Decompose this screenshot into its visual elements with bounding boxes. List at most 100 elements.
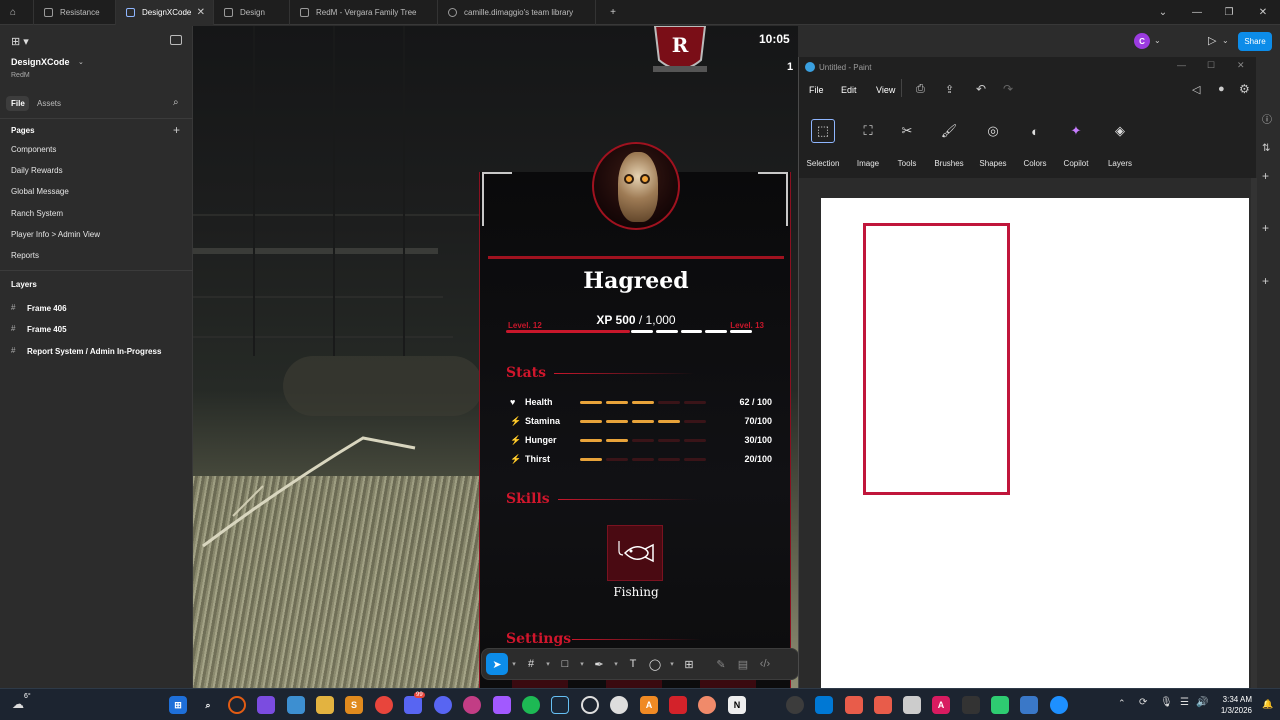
tab-team-library[interactable]: camille.dimaggio's team library <box>438 0 596 25</box>
photos-icon[interactable] <box>287 696 305 714</box>
page-item[interactable]: Global Message <box>11 187 69 196</box>
app-icon[interactable] <box>903 696 921 714</box>
sublime-icon[interactable]: S <box>345 696 363 714</box>
share-icon[interactable]: ⇪ <box>945 83 954 96</box>
chevron-down-icon[interactable]: ⌄ <box>1154 36 1161 45</box>
layer-item[interactable]: Frame 405 <box>27 325 67 334</box>
rectangle-tool-icon[interactable]: □ <box>554 653 576 675</box>
chevron-down-icon[interactable]: ⌄ <box>1222 36 1229 45</box>
app-icon[interactable] <box>845 696 863 714</box>
menu-view[interactable]: View <box>876 85 895 95</box>
add-page-button[interactable]: + <box>173 123 180 137</box>
page-item[interactable]: Reports <box>11 251 39 260</box>
notion-icon[interactable]: N <box>728 696 746 714</box>
add-icon[interactable]: + <box>1262 169 1269 183</box>
terminal-icon[interactable] <box>962 696 980 714</box>
announcement-icon[interactable]: ◁ <box>1192 83 1200 96</box>
paint-window[interactable]: Untitled - Paint — ☐ ✕ File Edit View ⎙ … <box>798 57 1257 688</box>
player-info-card[interactable]: Hagreed Level. 12 XP 500 / 1,000 Level. … <box>479 142 791 688</box>
steam-icon[interactable] <box>551 696 569 714</box>
brushes-tool[interactable]: 🖌 Brushes <box>929 119 969 168</box>
image-tool[interactable]: ⛶ Image <box>848 119 888 168</box>
app-icon[interactable] <box>669 696 687 714</box>
microphone-icon[interactable]: 🎙 <box>1160 697 1173 708</box>
tools-tool[interactable]: ✂ Tools <box>887 119 927 168</box>
project-name[interactable]: DesignXCode <box>11 57 70 67</box>
paint-taskbar-icon[interactable] <box>1050 696 1068 714</box>
dev-mode-icon[interactable]: ▤ <box>732 653 754 675</box>
add-icon[interactable]: + <box>1262 221 1269 235</box>
discord-alt-icon[interactable] <box>434 696 452 714</box>
figma-icon[interactable] <box>493 696 511 714</box>
start-icon[interactable]: ⊞ <box>169 696 187 714</box>
frame-tool-icon[interactable]: # <box>520 653 542 675</box>
weather-icon[interactable]: ☁ <box>12 697 24 711</box>
undo-icon[interactable]: ↶ <box>976 82 986 96</box>
chevron-down-icon[interactable]: ▾ <box>666 653 678 675</box>
chevron-down-icon[interactable]: ▾ <box>576 653 588 675</box>
play-icon[interactable]: ▷ <box>1208 34 1216 47</box>
page-item[interactable]: Player Info > Admin View <box>11 230 100 239</box>
pen-tool-icon[interactable]: ✒ <box>588 653 610 675</box>
drawn-rectangle[interactable] <box>863 223 1010 495</box>
slack-icon[interactable] <box>463 696 481 714</box>
app-icon[interactable] <box>1020 696 1038 714</box>
copilot-icon[interactable] <box>257 696 275 714</box>
page-item[interactable]: Daily Rewards <box>11 166 63 175</box>
network-icon[interactable]: ☰ <box>1180 697 1189 708</box>
layer-item[interactable]: Frame 406 <box>27 304 67 313</box>
vertical-scrollbar[interactable] <box>1251 178 1257 688</box>
chevron-down-icon[interactable]: ⌄ <box>1146 0 1180 25</box>
save-icon[interactable]: ⎙ <box>916 83 925 96</box>
selection-tool[interactable]: ⬚ Selection <box>803 119 843 168</box>
tab-design[interactable]: Design <box>214 0 290 25</box>
tab-designxcode[interactable]: DesignXCode ✕ <box>116 0 214 25</box>
spotify-icon[interactable] <box>522 696 540 714</box>
avatar[interactable]: C <box>1134 33 1150 49</box>
page-item[interactable]: Ranch System <box>11 209 63 218</box>
discord-icon[interactable] <box>404 696 422 714</box>
chevron-up-icon[interactable]: ⌃ <box>1118 698 1126 709</box>
redo-icon[interactable]: ↷ <box>1003 82 1013 96</box>
components-icon[interactable]: ⊞ <box>678 653 700 675</box>
chevron-down-icon[interactable]: ▾ <box>508 653 520 675</box>
move-tool-icon[interactable]: ➤ <box>486 653 508 675</box>
search-icon[interactable]: ⌕ <box>199 696 217 714</box>
tab-resistance[interactable]: Resistance <box>34 0 116 25</box>
chevron-down-icon[interactable]: ⌄ <box>78 58 84 66</box>
home-tab[interactable]: ⌂ <box>0 0 34 25</box>
layer-item[interactable]: Report System / Admin In-Progress <box>27 347 161 356</box>
app-icon[interactable]: A <box>932 696 950 714</box>
close-window-button[interactable]: ✕ <box>1246 0 1280 25</box>
adjust-icon[interactable]: ⇅ <box>1262 143 1270 154</box>
colors-tool[interactable]: ◐ Colors <box>1015 119 1055 169</box>
app-icon[interactable] <box>581 696 599 714</box>
tab-redm-family-tree[interactable]: RedM - Vergara Family Tree <box>290 0 438 25</box>
page-item[interactable]: Components <box>11 145 56 154</box>
chevron-down-icon[interactable]: ▾ <box>542 653 554 675</box>
figma-menu-icon[interactable]: ⊞ ▾ <box>11 35 29 48</box>
comment-tool-icon[interactable]: ◯ <box>644 653 666 675</box>
minimize-button[interactable]: — <box>1177 60 1186 70</box>
text-tool-icon[interactable]: T <box>622 653 644 675</box>
draw-mode-icon[interactable]: ✎ <box>710 653 732 675</box>
menu-file[interactable]: File <box>809 85 824 95</box>
origin-icon[interactable] <box>228 696 246 714</box>
add-icon[interactable]: + <box>1262 274 1269 288</box>
system-clock[interactable]: 3:34 AM 1/3/2026 <box>1221 694 1252 716</box>
info-icon[interactable]: ⓘ <box>1262 111 1272 126</box>
vscode-icon[interactable] <box>815 696 833 714</box>
new-tab-button[interactable]: + <box>596 0 630 25</box>
chevron-down-icon[interactable]: ▾ <box>610 653 622 675</box>
volume-icon[interactable]: 🔊 <box>1196 697 1208 708</box>
search-icon[interactable]: ⌕ <box>173 97 179 108</box>
tab-file[interactable]: File <box>11 99 25 108</box>
shapes-tool[interactable]: ◎ Shapes <box>973 119 1013 168</box>
account-icon[interactable]: ● <box>1218 83 1225 95</box>
tab-assets[interactable]: Assets <box>37 99 61 108</box>
chrome-icon[interactable] <box>375 696 393 714</box>
close-icon[interactable]: ✕ <box>197 7 205 18</box>
app-icon[interactable] <box>991 696 1009 714</box>
app-icon[interactable] <box>698 696 716 714</box>
copilot-tool[interactable]: ✦ Copilot <box>1056 119 1096 168</box>
